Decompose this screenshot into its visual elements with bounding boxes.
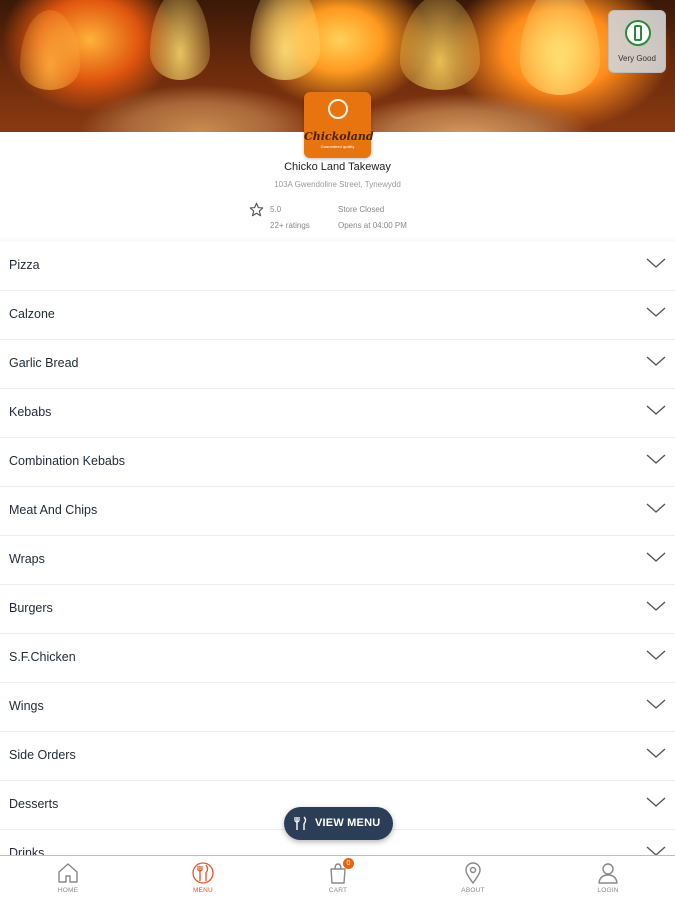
cart-count-badge: 0 (343, 858, 354, 869)
hygiene-rating-icon (625, 20, 651, 46)
menu-category-meat-and-chips[interactable]: Meat And Chips (0, 487, 675, 536)
menu-category-side-orders[interactable]: Side Orders (0, 732, 675, 781)
opening-time: Opens at 04:00 PM (338, 221, 407, 230)
nav-about[interactable]: ABOUT (433, 856, 513, 900)
category-label: Wings (9, 699, 44, 713)
location-pin-icon (465, 862, 481, 885)
category-label: Burgers (9, 601, 53, 615)
category-label: Wraps (9, 552, 45, 566)
nav-label-menu: MENU (193, 887, 213, 894)
category-label: Pizza (9, 258, 40, 272)
category-label: Combination Kebabs (9, 454, 126, 468)
menu-category-calzone[interactable]: Calzone (0, 291, 675, 340)
category-label: Calzone (9, 307, 55, 321)
category-label: Desserts (9, 797, 59, 811)
menu-category-combination-kebabs[interactable]: Combination Kebabs (0, 438, 675, 487)
hygiene-rating-badge[interactable]: Very Good (608, 10, 666, 73)
chevron-down-icon (646, 748, 666, 758)
chevron-down-icon (646, 405, 666, 415)
logo-emblem (328, 99, 348, 119)
chevron-down-icon (646, 601, 666, 611)
chevron-down-icon (646, 356, 666, 366)
nav-home[interactable]: HOME (28, 856, 108, 900)
ratings-count: 22+ ratings (270, 221, 310, 230)
cutlery-icon (192, 862, 214, 884)
chevron-down-icon (646, 699, 666, 709)
nav-label-cart: CART (328, 887, 348, 894)
badge-label: Very Good (618, 54, 656, 63)
menu-category-list: Pizza Calzone Garlic Bread Kebabs Combin… (0, 242, 675, 879)
cutlery-icon (294, 816, 307, 830)
rating-value: 5.0 (270, 205, 282, 214)
menu-category-kebabs[interactable]: Kebabs (0, 389, 675, 438)
store-status: Store Closed (338, 205, 385, 214)
chevron-down-icon (646, 454, 666, 464)
nav-label-about: ABOUT (461, 887, 485, 894)
menu-category-garlic-bread[interactable]: Garlic Bread (0, 340, 675, 389)
logo-subtext: Guaranteed quality (320, 144, 355, 149)
category-label: Garlic Bread (9, 356, 79, 370)
category-label: Side Orders (9, 748, 76, 762)
chevron-down-icon (646, 797, 666, 807)
chevron-down-icon (646, 650, 666, 660)
user-icon (598, 863, 618, 884)
star-icon (249, 202, 264, 217)
nav-login[interactable]: LOGIN (568, 856, 648, 900)
nav-label-login: LOGIN (597, 887, 619, 894)
nav-cart[interactable]: 0 CART (298, 856, 378, 900)
nav-menu[interactable]: MENU (163, 856, 243, 900)
category-label: Kebabs (9, 405, 52, 419)
view-menu-label: VIEW MENU (315, 817, 381, 829)
chevron-down-icon (646, 258, 666, 268)
menu-category-sf-chicken[interactable]: S.F.Chicken (0, 634, 675, 683)
chevron-down-icon (646, 503, 666, 513)
menu-category-pizza[interactable]: Pizza (0, 242, 675, 291)
logo-text: Chickoland (304, 130, 374, 143)
store-logo: Chickoland Guaranteed quality (304, 92, 374, 158)
home-icon (58, 863, 78, 883)
menu-category-wings[interactable]: Wings (0, 683, 675, 732)
nav-label-home: HOME (57, 887, 79, 894)
chevron-down-icon (646, 552, 666, 562)
store-name: Chicko Land Takeway (284, 161, 391, 173)
category-label: Meat And Chips (9, 503, 98, 517)
menu-category-burgers[interactable]: Burgers (0, 585, 675, 634)
bottom-navigation: HOME MENU 0 CART ABOUT LOGIN (0, 855, 675, 900)
view-menu-button[interactable]: VIEW MENU (284, 807, 393, 840)
store-address: 103A Gwendoline Street, Tynewydd (274, 180, 401, 189)
menu-category-wraps[interactable]: Wraps (0, 536, 675, 585)
category-label: S.F.Chicken (9, 650, 76, 664)
chevron-down-icon (646, 307, 666, 317)
